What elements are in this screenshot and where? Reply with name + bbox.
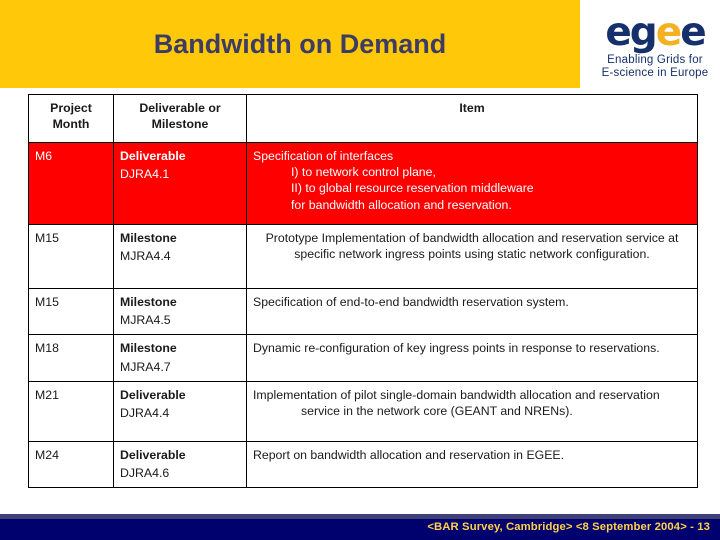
- cell-item-text: Specification of end-to-end bandwidth re…: [253, 295, 569, 309]
- cell-type-code: DJRA4.6: [120, 466, 170, 481]
- cell-item-text: Dynamic re-configuration of key ingress …: [253, 341, 660, 356]
- table-row: M24 Deliverable DJRA4.6 Report on bandwi…: [28, 440, 698, 489]
- table-row: M21 Deliverable DJRA4.4 Implementation o…: [28, 380, 698, 442]
- cell-item: Specification of interfaces I) to networ…: [246, 142, 698, 225]
- page-title: Bandwidth on Demand: [153, 28, 447, 59]
- cell-item: Report on bandwidth allocation and reser…: [246, 440, 698, 489]
- cell-item: Dynamic re-configuration of key ingress …: [246, 334, 698, 382]
- egee-logo-tagline-line-1: Enabling Grids for: [607, 54, 703, 67]
- table-header-row: Project Month Deliverable or Milestone I…: [28, 94, 698, 143]
- cell-project-month: M24: [28, 440, 114, 489]
- cell-type-code: DJRA4.1: [120, 167, 170, 182]
- cell-type-code: MJRA4.5: [120, 313, 171, 328]
- cell-project-month: M18: [28, 334, 114, 382]
- table-row: M15 Milestone MJRA4.4 Prototype Implemen…: [28, 224, 698, 289]
- cell-deliverable-or-milestone: Deliverable DJRA4.1: [113, 142, 247, 225]
- egee-logo-word-part-2: e: [680, 10, 706, 55]
- cell-item-text: Implementation of pilot single-domain ba…: [253, 387, 660, 419]
- cell-item-text: Report on bandwidth allocation and reser…: [253, 447, 565, 462]
- cell-deliverable-or-milestone: Milestone MJRA4.4: [113, 224, 247, 289]
- cell-project-month: M6: [28, 142, 114, 225]
- column-header-deliverable-or-milestone: Deliverable or Milestone: [113, 94, 247, 143]
- egee-logo-word-part-1: eg: [605, 10, 657, 55]
- cell-type-name: Deliverable: [120, 387, 186, 402]
- cell-type-name: Deliverable: [120, 149, 186, 163]
- egee-logo-tagline-line-2: E-science in Europe: [601, 66, 709, 79]
- egee-logo-wordmark: egee: [594, 13, 716, 52]
- deliverables-table: Project Month Deliverable or Milestone I…: [28, 94, 698, 489]
- cell-item: Implementation of pilot single-domain ba…: [246, 380, 698, 442]
- egee-logo-word-gold-letter: e: [655, 10, 682, 55]
- table-row: M18 Milestone MJRA4.7 Dynamic re-configu…: [28, 334, 698, 382]
- column-header-deliverable-line-1: Deliverable or: [139, 101, 221, 115]
- cell-item-text: Specification of interfaces I) to networ…: [253, 149, 534, 212]
- cell-type-code: DJRA4.4: [120, 406, 170, 421]
- column-header-item: Item: [246, 94, 698, 143]
- cell-item: Prototype Implementation of bandwidth al…: [246, 224, 698, 289]
- cell-project-month: M21: [28, 380, 114, 442]
- cell-project-month: M15: [28, 224, 114, 289]
- footer-text: <BAR Survey, Cambridge> <8 September 200…: [427, 521, 710, 533]
- column-header-deliverable-line-2: Milestone: [151, 117, 209, 132]
- egee-logo: egee Enabling Grids for E-science in Eur…: [594, 13, 716, 80]
- cell-item: Specification of end-to-end bandwidth re…: [246, 287, 698, 336]
- cell-type-name: Milestone: [120, 231, 177, 245]
- cell-deliverable-or-milestone: Milestone MJRA4.7: [113, 334, 247, 382]
- cell-deliverable-or-milestone: Deliverable DJRA4.6: [113, 440, 247, 489]
- cell-item-text: Prototype Implementation of bandwidth al…: [265, 231, 679, 262]
- cell-type-code: MJRA4.7: [120, 359, 171, 374]
- cell-deliverable-or-milestone: Deliverable DJRA4.4: [113, 380, 247, 442]
- cell-type-code: MJRA4.4: [120, 249, 171, 264]
- table-row: M6 Deliverable DJRA4.1 Specification of …: [28, 142, 698, 225]
- column-header-project-month-line-1: Project: [50, 101, 92, 115]
- column-header-project-month: Project Month: [28, 94, 114, 143]
- cell-project-month: M15: [28, 287, 114, 336]
- egee-logo-tagline: Enabling Grids for E-science in Europe: [594, 54, 716, 80]
- table-body: M6 Deliverable DJRA4.1 Specification of …: [28, 142, 698, 489]
- table-row: M15 Milestone MJRA4.5 Specification of e…: [28, 287, 698, 336]
- cell-type-name: Deliverable: [120, 447, 186, 462]
- table-header: Project Month Deliverable or Milestone I…: [28, 94, 698, 143]
- cell-type-name: Milestone: [120, 341, 177, 356]
- cell-type-name: Milestone: [120, 295, 177, 309]
- column-header-project-month-line-2: Month: [52, 117, 90, 132]
- cell-deliverable-or-milestone: Milestone MJRA4.5: [113, 287, 247, 336]
